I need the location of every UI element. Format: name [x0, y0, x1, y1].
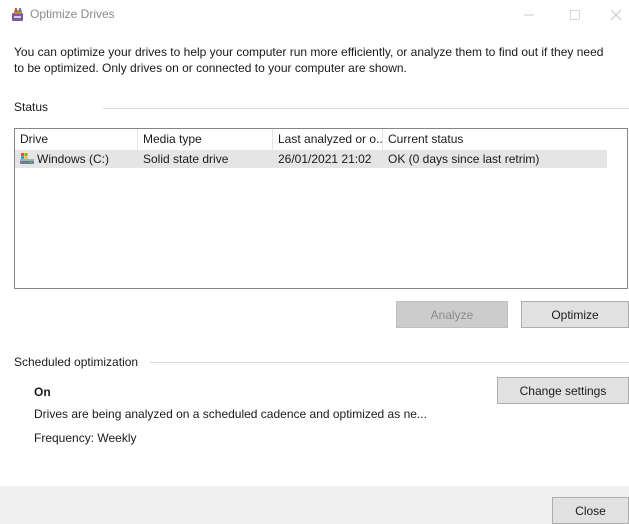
- close-button[interactable]: Close: [552, 497, 629, 524]
- change-settings-button[interactable]: Change settings: [497, 377, 629, 404]
- scheduled-group-label: Scheduled optimization: [14, 355, 139, 369]
- last-analyzed-cell: 26/01/2021 21:02: [278, 152, 372, 166]
- status-group-label: Status: [14, 100, 49, 114]
- current-status-cell: OK (0 days since last retrim): [388, 152, 540, 166]
- schedule-description: Drives are being analyzed on a scheduled…: [34, 407, 427, 421]
- drive-list-header: Drive Media type Last analyzed or o... C…: [15, 129, 607, 150]
- column-header-drive[interactable]: Drive: [15, 129, 138, 150]
- maximize-button[interactable]: [555, 0, 595, 30]
- minimize-icon: [524, 14, 534, 16]
- optimize-button[interactable]: Optimize: [521, 301, 629, 328]
- status-divider: [103, 108, 629, 109]
- column-header-current-status[interactable]: Current status: [383, 129, 607, 150]
- footer-bar: [0, 486, 629, 524]
- close-icon: [611, 10, 621, 20]
- drive-cell: Windows (C:): [15, 150, 138, 168]
- optimize-drives-app-icon: [10, 7, 26, 23]
- title-bar: Optimize Drives: [0, 0, 629, 30]
- optimize-drives-window: Optimize Drives You can optimize your dr…: [0, 0, 629, 524]
- window-title: Optimize Drives: [30, 7, 115, 21]
- maximize-icon: [570, 10, 580, 20]
- description-text: You can optimize your drives to help you…: [14, 45, 604, 75]
- close-window-button[interactable]: [596, 0, 629, 30]
- drive-name: Windows (C:): [37, 152, 110, 166]
- column-header-last-analyzed[interactable]: Last analyzed or o...: [273, 129, 383, 150]
- media-type-cell: Solid state drive: [143, 152, 229, 166]
- scheduled-divider: [150, 362, 629, 363]
- drive-row[interactable]: Windows (C:) Solid state drive 26/01/202…: [15, 150, 607, 168]
- drive-icon: [19, 152, 35, 166]
- minimize-button[interactable]: [509, 0, 549, 30]
- analyze-button[interactable]: Analyze: [396, 301, 508, 328]
- drive-list[interactable]: Drive Media type Last analyzed or o... C…: [14, 128, 628, 289]
- schedule-state: On: [34, 385, 51, 399]
- column-header-media-type[interactable]: Media type: [138, 129, 273, 150]
- schedule-frequency: Frequency: Weekly: [34, 431, 137, 445]
